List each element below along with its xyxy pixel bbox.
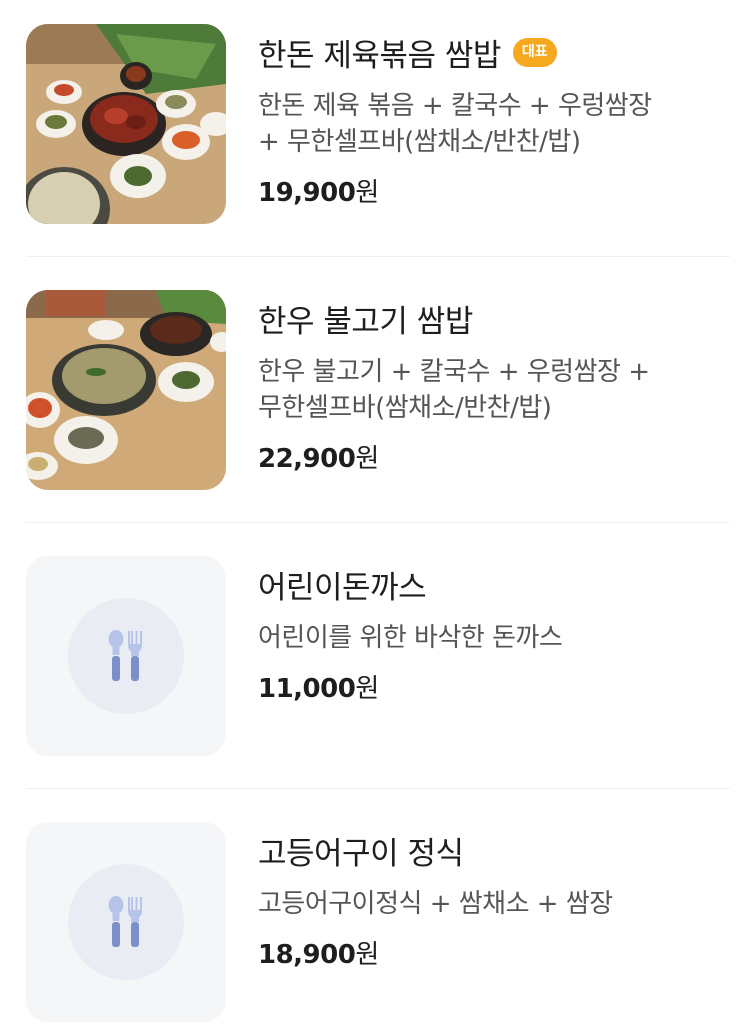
menu-item-photo bbox=[26, 24, 226, 224]
menu-item-name: 한우 불고기 쌈밥 bbox=[258, 303, 473, 340]
menu-item[interactable]: 어린이돈까스 어린이를 위한 바삭한 돈까스 11,000원 bbox=[26, 556, 730, 756]
menu-item-price: 22,900원 bbox=[258, 438, 730, 475]
menu-item-description-line: 고등어구이정식 + 쌈채소 + 쌈장 bbox=[258, 889, 613, 919]
price-value: 22,900 bbox=[258, 444, 356, 474]
menu-item-name: 어린이돈까스 bbox=[258, 569, 427, 606]
menu-item-description-line: 한돈 제육 볶음 + 칼국수 + 우렁쌈장 bbox=[258, 91, 652, 121]
menu-item[interactable]: 한돈 제육볶음 쌈밥 대표 한돈 제육 볶음 + 칼국수 + 우렁쌈장 + 무한… bbox=[26, 24, 730, 224]
divider bbox=[26, 788, 730, 789]
menu-item-description: 어린이를 위한 바삭한 돈까스 bbox=[258, 620, 730, 656]
menu-item-description-line: 한우 불고기 + 칼국수 + 우렁쌈장 + bbox=[258, 357, 650, 387]
price-currency: 원 bbox=[355, 674, 379, 704]
divider bbox=[26, 256, 730, 257]
menu-item-price: 18,900원 bbox=[258, 934, 730, 971]
price-value: 19,900 bbox=[258, 178, 356, 208]
menu-item-description: 한돈 제육 볶음 + 칼국수 + 우렁쌈장 + 무한셀프바(쌈채소/반찬/밥) bbox=[258, 88, 730, 160]
menu-item[interactable]: 한우 불고기 쌈밥 한우 불고기 + 칼국수 + 우렁쌈장 + 무한셀프바(쌈채… bbox=[26, 290, 730, 490]
menu-item-info: 한우 불고기 쌈밥 한우 불고기 + 칼국수 + 우렁쌈장 + 무한셀프바(쌈채… bbox=[258, 290, 730, 475]
price-value: 18,900 bbox=[258, 940, 356, 970]
menu-item-info: 고등어구이 정식 고등어구이정식 + 쌈채소 + 쌈장 18,900원 bbox=[258, 822, 730, 971]
menu-item-name: 고등어구이 정식 bbox=[258, 835, 464, 872]
signature-badge: 대표 bbox=[512, 37, 557, 67]
spoon-fork-icon bbox=[108, 896, 142, 947]
menu-item-name: 한돈 제육볶음 쌈밥 bbox=[258, 37, 501, 74]
menu-item-placeholder bbox=[26, 822, 226, 1022]
placeholder-circle bbox=[68, 598, 184, 714]
price-currency: 원 bbox=[355, 444, 379, 474]
menu-item-description-line: 무한셀프바(쌈채소/반찬/밥) bbox=[258, 393, 552, 423]
menu-item-description: 한우 불고기 + 칼국수 + 우렁쌈장 + 무한셀프바(쌈채소/반찬/밥) bbox=[258, 354, 730, 426]
price-value: 11,000 bbox=[258, 674, 356, 704]
menu-item-info: 어린이돈까스 어린이를 위한 바삭한 돈까스 11,000원 bbox=[258, 556, 730, 705]
menu-item-placeholder bbox=[26, 556, 226, 756]
menu-item-info: 한돈 제육볶음 쌈밥 대표 한돈 제육 볶음 + 칼국수 + 우렁쌈장 + 무한… bbox=[258, 24, 730, 209]
menu-item-price: 19,900원 bbox=[258, 172, 730, 209]
menu-item-description: 고등어구이정식 + 쌈채소 + 쌈장 bbox=[258, 886, 730, 922]
menu-item-description-line: + 무한셀프바(쌈채소/반찬/밥) bbox=[258, 127, 581, 157]
price-currency: 원 bbox=[355, 940, 379, 970]
menu-item-description-line: 어린이를 위한 바삭한 돈까스 bbox=[258, 623, 563, 653]
divider bbox=[26, 522, 730, 523]
menu-item[interactable]: 고등어구이 정식 고등어구이정식 + 쌈채소 + 쌈장 18,900원 bbox=[26, 822, 730, 1022]
spoon-fork-icon bbox=[108, 630, 142, 681]
menu-item-price: 11,000원 bbox=[258, 668, 730, 705]
placeholder-circle bbox=[68, 864, 184, 980]
menu-item-photo bbox=[26, 290, 226, 490]
price-currency: 원 bbox=[355, 178, 379, 208]
menu-list: 한돈 제육볶음 쌈밥 대표 한돈 제육 볶음 + 칼국수 + 우렁쌈장 + 무한… bbox=[0, 0, 747, 1032]
